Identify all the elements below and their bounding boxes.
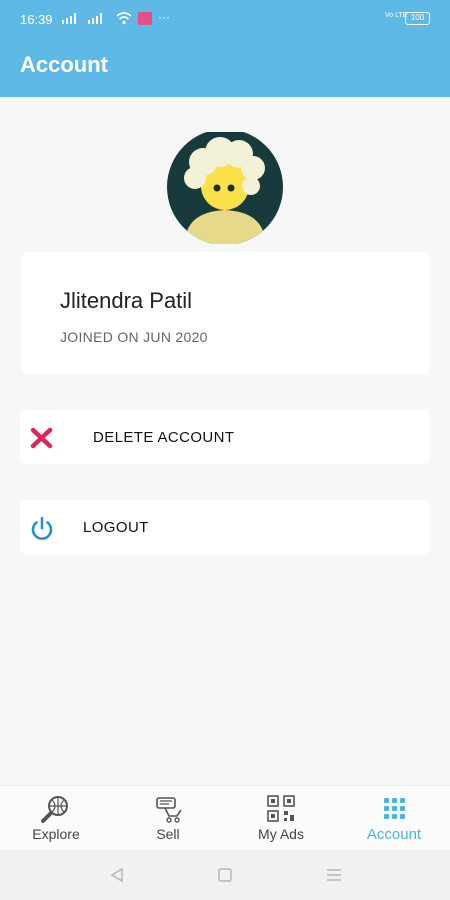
app-bar: 16:39 ··· Vo LTE 100 Account [0,0,450,97]
account-grid-icon [384,798,405,819]
signal-icon-2 [88,13,102,24]
tab-sell[interactable]: Sell [112,786,224,850]
more-notifications: ··· [158,10,170,24]
signal-icon [62,13,76,24]
tab-my-ads-label: My Ads [258,826,304,842]
status-time: 16:39 [20,12,53,27]
page-title: Account [20,52,108,77]
battery-icon: 100 [405,12,430,25]
delete-account-button[interactable]: DELETE ACCOUNT [20,410,430,464]
menu-icon[interactable] [325,867,343,883]
power-icon [31,516,53,540]
bottom-nav: Explore Sell My Ads Account [0,785,450,849]
status-bar: 16:39 ··· Vo LTE 100 [0,0,450,40]
sell-icon [156,797,182,823]
avatar[interactable] [165,132,285,244]
logout-label: LOGOUT [83,519,149,536]
wifi-icon [116,12,132,25]
tab-explore[interactable]: Explore [0,786,112,850]
tab-account[interactable]: Account [338,786,450,850]
tab-sell-label: Sell [156,826,180,842]
tab-explore-label: Explore [32,826,80,842]
close-icon [30,427,53,449]
system-nav-bar [0,850,450,900]
explore-icon [41,796,68,823]
user-name: Jlitendra Patil [60,288,193,313]
profile-card: Jlitendra Patil JOINED ON JUN 2020 [22,252,430,374]
tab-my-ads[interactable]: My Ads [225,786,337,850]
my-ads-icon [267,795,295,822]
logout-button[interactable]: LOGOUT [20,500,430,554]
back-icon[interactable] [108,867,126,883]
home-icon[interactable] [217,867,233,883]
notification-icon [138,12,152,25]
tab-account-label: Account [366,826,422,843]
joined-date: JOINED ON JUN 2020 [60,329,208,345]
delete-account-label: DELETE ACCOUNT [93,429,235,446]
